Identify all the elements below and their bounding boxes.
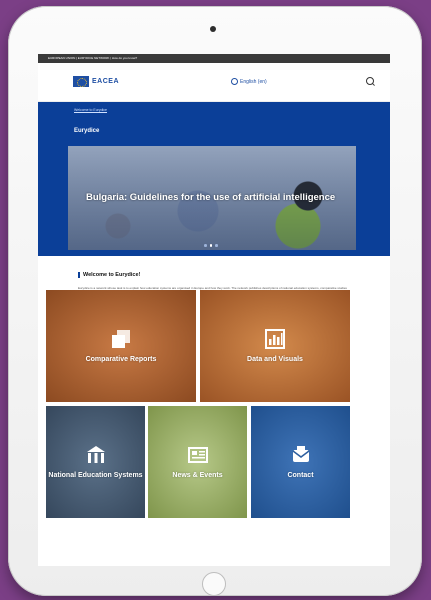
tablet-frame: EUROPEAN UNION | EURYDICE NETWORK | How …: [8, 6, 422, 596]
reports-icon: [112, 330, 130, 348]
tile-contact[interactable]: Contact: [251, 406, 350, 518]
carousel-dot[interactable]: [204, 244, 207, 247]
globe-icon: [231, 78, 238, 85]
home-button[interactable]: [202, 572, 226, 596]
carousel-dots[interactable]: [204, 244, 218, 247]
tile-data-and-visuals[interactable]: Data and Visuals: [200, 290, 350, 402]
carousel-dot-active[interactable]: [209, 244, 212, 247]
bar-chart-icon: [265, 329, 285, 349]
site-header: EACEA English (en): [38, 63, 390, 102]
camera-icon: [210, 26, 216, 32]
hero-carousel[interactable]: Bulgaria: Guidelines for the use of arti…: [38, 146, 390, 256]
building-icon: [86, 446, 105, 463]
tile-national-education-systems[interactable]: National Education Systems: [46, 406, 145, 518]
carousel-dot[interactable]: [215, 244, 218, 247]
logo-text: EACEA: [92, 77, 120, 85]
eu-flag-icon: [73, 75, 89, 87]
tile-news-and-events[interactable]: News & Events: [148, 406, 247, 518]
site-logo[interactable]: EACEA: [73, 75, 123, 87]
breadcrumb[interactable]: Welcome to Eurydice: [74, 108, 107, 112]
tile-label: National Education Systems: [48, 472, 143, 479]
newspaper-icon: [187, 447, 208, 463]
page-title: Eurydice: [74, 128, 100, 134]
tile-label: Comparative Reports: [85, 356, 157, 363]
search-icon[interactable]: [366, 77, 374, 85]
hero-headline[interactable]: Bulgaria: Guidelines for the use of arti…: [86, 192, 335, 203]
tile-label: Data and Visuals: [247, 356, 303, 363]
top-strip: EUROPEAN UNION | EURYDICE NETWORK | How …: [38, 54, 390, 63]
tile-label: News & Events: [172, 472, 223, 479]
mail-icon: [292, 446, 309, 462]
site-title-band: Welcome to Eurydice Eurydice: [38, 102, 390, 146]
language-selector[interactable]: English (en): [231, 78, 267, 85]
language-label: English (en): [240, 78, 267, 85]
tile-label: Contact: [287, 472, 314, 479]
welcome-heading: Welcome to Eurydice!: [78, 272, 390, 278]
tile-comparative-reports[interactable]: Comparative Reports: [46, 290, 196, 402]
